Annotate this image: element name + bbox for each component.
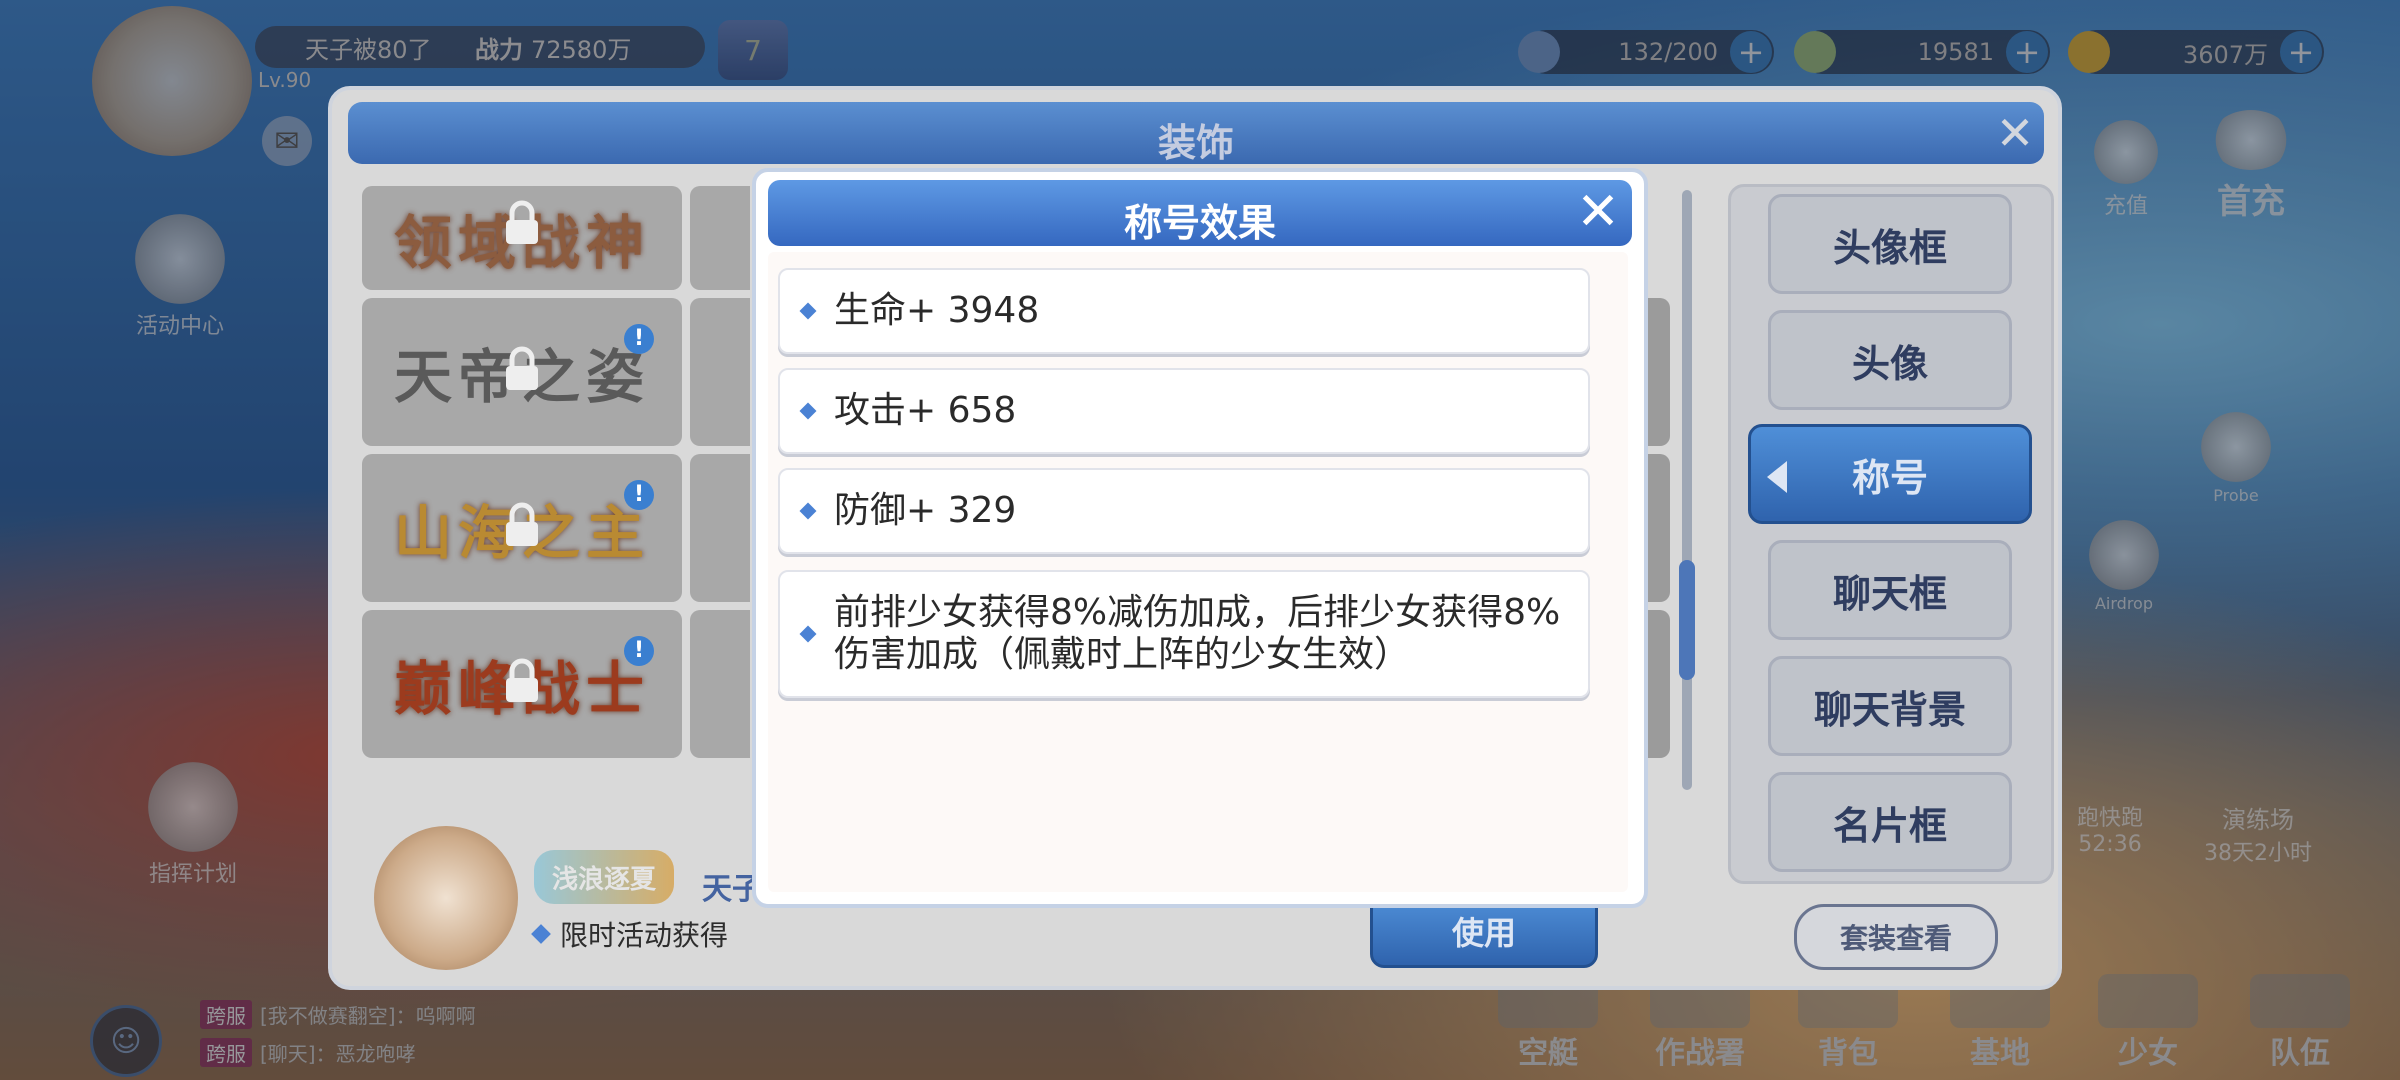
title-card[interactable] xyxy=(690,186,750,290)
tab-title-label: 称号 xyxy=(1851,455,1928,500)
selected-title-art: 浅浪逐夏 xyxy=(534,850,674,904)
tab-title[interactable]: 称号 xyxy=(1748,424,2032,524)
tab-avatar[interactable]: 头像 xyxy=(1768,310,2012,410)
title-card[interactable]: 领域战神 xyxy=(362,186,682,290)
title-card[interactable] xyxy=(690,454,750,602)
diamond-bullet-icon xyxy=(799,402,817,420)
effect-text: 前排少女获得8%减伤加成，后排少女获得8%伤害加成（佩戴时上阵的少女生效） xyxy=(834,592,1561,675)
tab-card-frame[interactable]: 名片框 xyxy=(1768,772,2012,872)
tab-chat-background[interactable]: 聊天背景 xyxy=(1768,656,2012,756)
effect-item: 攻击+ 658 xyxy=(778,368,1590,454)
lock-icon xyxy=(506,658,538,702)
effect-text: 生命+ 3948 xyxy=(834,290,1040,331)
scrollbar-track[interactable] xyxy=(1682,190,1692,790)
diamond-bullet-icon xyxy=(799,502,817,520)
arrow-left-icon xyxy=(1767,461,1787,493)
title-effect-title: 称号效果 xyxy=(1123,201,1276,245)
effect-text: 防御+ 329 xyxy=(834,490,1017,531)
decoration-window-header: 装饰 xyxy=(348,102,2044,165)
set-view-button[interactable]: 套装查看 xyxy=(1794,904,1998,970)
lock-icon xyxy=(506,346,538,390)
title-card[interactable]: 巅峰战士 ! xyxy=(362,610,682,758)
effect-item: 防御+ 329 xyxy=(778,468,1590,554)
title-source-text: 限时活动获得 xyxy=(560,919,729,952)
lock-icon xyxy=(506,502,538,546)
effect-item: 前排少女获得8%减伤加成，后排少女获得8%伤害加成（佩戴时上阵的少女生效） xyxy=(778,570,1590,698)
close-icon[interactable]: ✕ xyxy=(1572,186,1624,238)
title-card[interactable] xyxy=(690,298,750,446)
title-card[interactable]: 天帝之姿 ! xyxy=(362,298,682,446)
effect-text: 攻击+ 658 xyxy=(834,390,1017,431)
decoration-window-title: 装饰 xyxy=(1157,121,1234,165)
new-badge-icon: ! xyxy=(624,636,654,666)
new-badge-icon: ! xyxy=(624,480,654,510)
lock-icon xyxy=(506,200,538,244)
diamond-bullet-icon xyxy=(531,924,551,944)
tab-chat-frame[interactable]: 聊天框 xyxy=(1768,540,2012,640)
title-effect-header: 称号效果 xyxy=(768,180,1632,246)
diamond-bullet-icon xyxy=(799,625,817,643)
title-card[interactable] xyxy=(690,610,750,758)
scrollbar-thumb[interactable] xyxy=(1679,560,1695,680)
title-source: 限时活动获得 xyxy=(531,914,729,954)
effect-item: 生命+ 3948 xyxy=(778,268,1590,354)
close-icon[interactable]: ✕ xyxy=(1992,110,2038,156)
preview-avatar xyxy=(374,826,518,970)
new-badge-icon: ! xyxy=(624,324,654,354)
title-card[interactable]: 山海之主 ! xyxy=(362,454,682,602)
tab-avatar-frame[interactable]: 头像框 xyxy=(1768,194,2012,294)
diamond-bullet-icon xyxy=(799,302,817,320)
